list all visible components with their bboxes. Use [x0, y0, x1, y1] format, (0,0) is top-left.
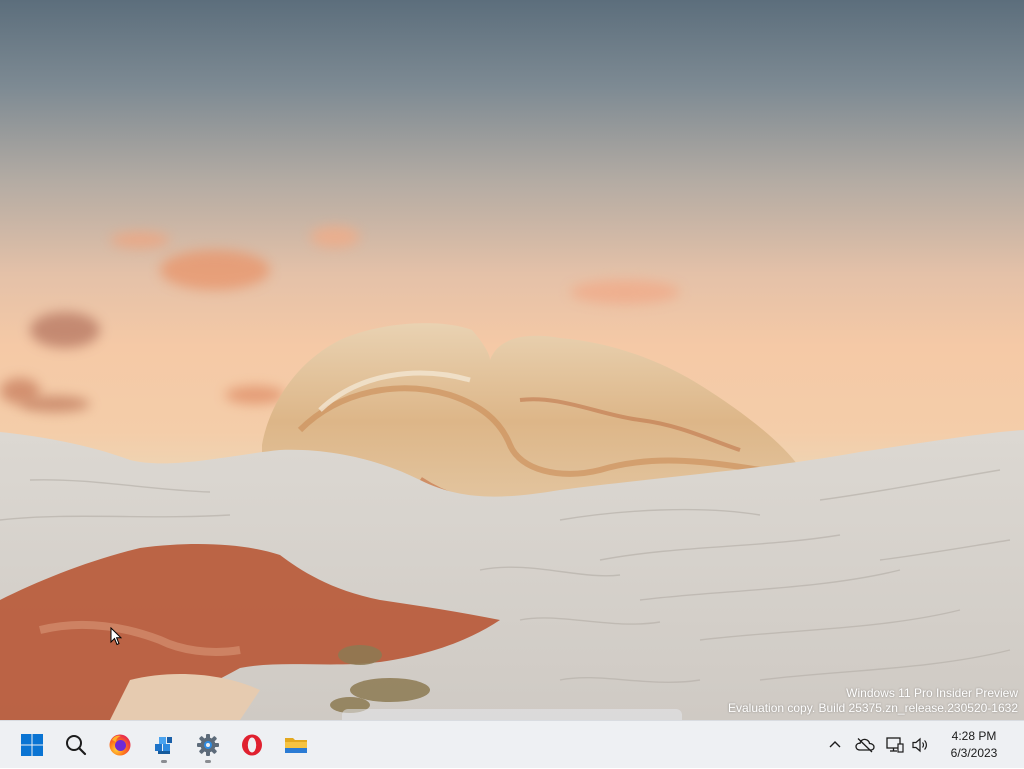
package-app-button[interactable] — [144, 725, 184, 765]
watermark-line-1: Windows 11 Pro Insider Preview — [846, 686, 1018, 700]
clock-date: 6/3/2023 — [950, 746, 998, 760]
mouse-cursor-icon — [110, 627, 122, 646]
taskbar-overflow-peek — [342, 709, 682, 720]
file-explorer-button[interactable] — [276, 725, 316, 765]
wallpaper-rock-formation — [0, 323, 1024, 720]
firefox-button[interactable] — [100, 725, 140, 765]
opera-icon — [242, 734, 262, 756]
start-button[interactable] — [12, 725, 52, 765]
onedrive-status-button[interactable] — [848, 729, 882, 761]
gear-icon — [197, 734, 219, 756]
settings-button[interactable] — [188, 725, 228, 765]
clock-time: 4:28 PM — [951, 729, 997, 743]
desktop[interactable]: Windows 11 Pro Insider Preview Evaluatio… — [0, 0, 1024, 720]
clock-button[interactable]: 4:28 PM 6/3/2023 — [934, 728, 1014, 762]
search-button[interactable] — [56, 725, 96, 765]
watermark-line-2: Evaluation copy. Build 25375.zn_release.… — [728, 701, 1018, 715]
show-hidden-icons-button[interactable] — [822, 729, 848, 761]
folder-icon — [285, 738, 307, 753]
running-indicator — [161, 760, 167, 763]
system-tray: 4:28 PM 6/3/2023 — [822, 721, 1024, 769]
taskbar: 4:28 PM 6/3/2023 — [0, 720, 1024, 768]
chevron-up-icon — [829, 741, 841, 748]
package-cubes-icon — [155, 737, 172, 754]
network-icon — [886, 737, 904, 753]
evaluation-watermark: Windows 11 Pro Insider Preview Evaluatio… — [728, 686, 1018, 716]
volume-icon — [912, 737, 927, 753]
volume-button[interactable] — [908, 729, 934, 761]
network-button[interactable] — [882, 729, 908, 761]
cloud-off-icon — [855, 738, 875, 753]
windows-logo-icon — [21, 734, 43, 756]
search-icon — [66, 735, 87, 756]
opera-button[interactable] — [232, 725, 272, 765]
firefox-icon — [109, 734, 131, 756]
running-indicator — [205, 760, 211, 763]
